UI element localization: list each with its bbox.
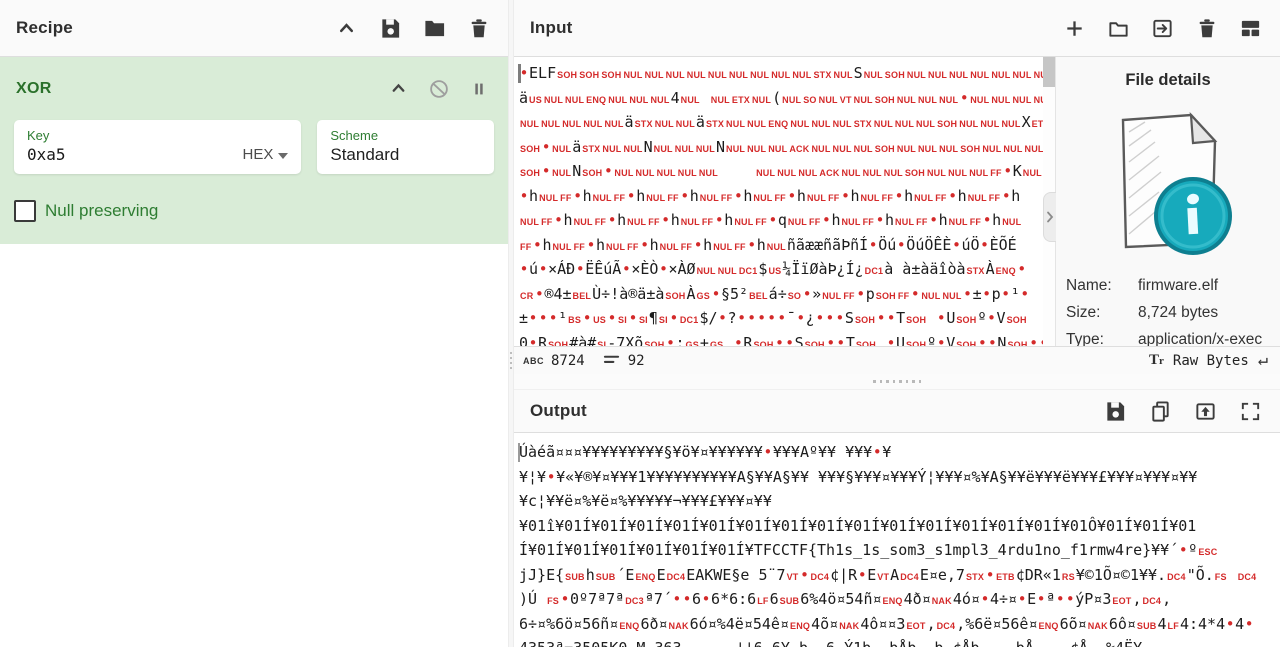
collapse-recipe-icon[interactable] [335, 17, 358, 40]
recipe-title: Recipe [16, 18, 73, 38]
file-type-label: Type: [1066, 331, 1138, 347]
operation-name: XOR [16, 80, 52, 98]
file-size-row: Size: 8,724 bytes [1066, 299, 1280, 326]
file-name-value: firmware.elf [1138, 277, 1218, 295]
key-type-dropdown[interactable]: HEX [243, 146, 289, 163]
key-value[interactable]: 0xa5 [27, 145, 66, 164]
file-name-label: Name: [1066, 277, 1138, 295]
io-column: Input [514, 0, 1280, 647]
file-size-value: 8,724 bytes [1138, 304, 1218, 322]
load-recipe-icon[interactable] [423, 17, 446, 40]
recipe-panel: Recipe XOR [0, 0, 508, 647]
output-caret [518, 443, 520, 462]
input-status-bar: ABC 8724 92 Tr Raw Bytes ↵ [514, 346, 1280, 374]
character-encoding-value[interactable]: Raw Bytes [1173, 353, 1249, 369]
breakpoint-pause-icon[interactable] [467, 77, 490, 100]
collapse-op-icon[interactable] [387, 77, 410, 100]
input-textarea[interactable]: •ELFSOHSOHSOHNULNULNULNULNULNULNULNULNUL… [514, 57, 1043, 346]
file-size-label: Size: [1066, 304, 1138, 322]
operation-xor[interactable]: XOR Key 0xa5 [0, 57, 508, 244]
char-count-icon: ABC [523, 356, 544, 366]
key-label: Key [27, 128, 288, 143]
file-type-row: Type: application/x-exec [1066, 326, 1280, 346]
scheme-label: Scheme [330, 128, 481, 143]
open-input-icon[interactable] [1151, 17, 1174, 40]
replace-input-icon[interactable] [1194, 400, 1217, 423]
file-type-value: application/x-exec [1138, 331, 1262, 347]
line-count-icon [603, 353, 620, 368]
layout-toggle-icon[interactable] [1239, 17, 1262, 40]
file-details-collapse-handle[interactable] [1043, 192, 1056, 242]
input-title: Input [530, 18, 573, 38]
xor-key-field[interactable]: Key 0xa5 HEX [14, 120, 301, 174]
character-encoding-icon[interactable]: Tr [1149, 352, 1164, 369]
io-splitter[interactable] [514, 374, 1280, 390]
clear-recipe-icon[interactable] [467, 17, 490, 40]
null-preserving-checkbox[interactable] [14, 200, 36, 222]
output-textarea[interactable]: Úàéã¤¤¤¥¥¥¥¥¥¥¥¥§¥ö¥¤¥¥¥¥¥¥•¥¥¥Aº¥¥ ¥¥¥•… [514, 433, 1280, 647]
input-header: Input [514, 0, 1280, 57]
chevron-down-icon [278, 153, 288, 159]
disable-op-icon[interactable] [427, 77, 450, 100]
file-info-icon [1093, 98, 1243, 270]
cyberchef-app: Recipe XOR [0, 0, 1280, 647]
save-output-icon[interactable] [1104, 400, 1127, 423]
output-title: Output [530, 401, 587, 421]
output-header: Output [514, 390, 1280, 433]
file-name-row: Name: firmware.elf [1066, 272, 1280, 299]
input-caret [518, 64, 521, 83]
scheme-value[interactable]: Standard [330, 145, 399, 165]
clear-io-icon[interactable] [1195, 17, 1218, 40]
line-ending-icon[interactable]: ↵ [1258, 352, 1268, 369]
input-body: •ELFSOHSOHSOHNULNULNULNULNULNULNULNULNUL… [514, 57, 1280, 346]
maximize-output-icon[interactable] [1239, 400, 1262, 423]
open-file-folder-icon[interactable] [1107, 17, 1130, 40]
file-details-title: File details [1056, 71, 1280, 90]
null-preserving-option[interactable]: Null preserving [0, 174, 508, 222]
save-recipe-icon[interactable] [379, 17, 402, 40]
line-count: 92 [628, 353, 645, 369]
char-count: 8724 [551, 353, 585, 369]
xor-scheme-field[interactable]: Scheme Standard [317, 120, 494, 174]
key-type-value: HEX [243, 146, 274, 163]
file-details-panel: File details [1055, 57, 1280, 346]
recipe-header: Recipe [0, 0, 508, 57]
null-preserving-label: Null preserving [45, 201, 158, 221]
add-input-tab-icon[interactable] [1063, 17, 1086, 40]
copy-output-icon[interactable] [1149, 400, 1172, 423]
